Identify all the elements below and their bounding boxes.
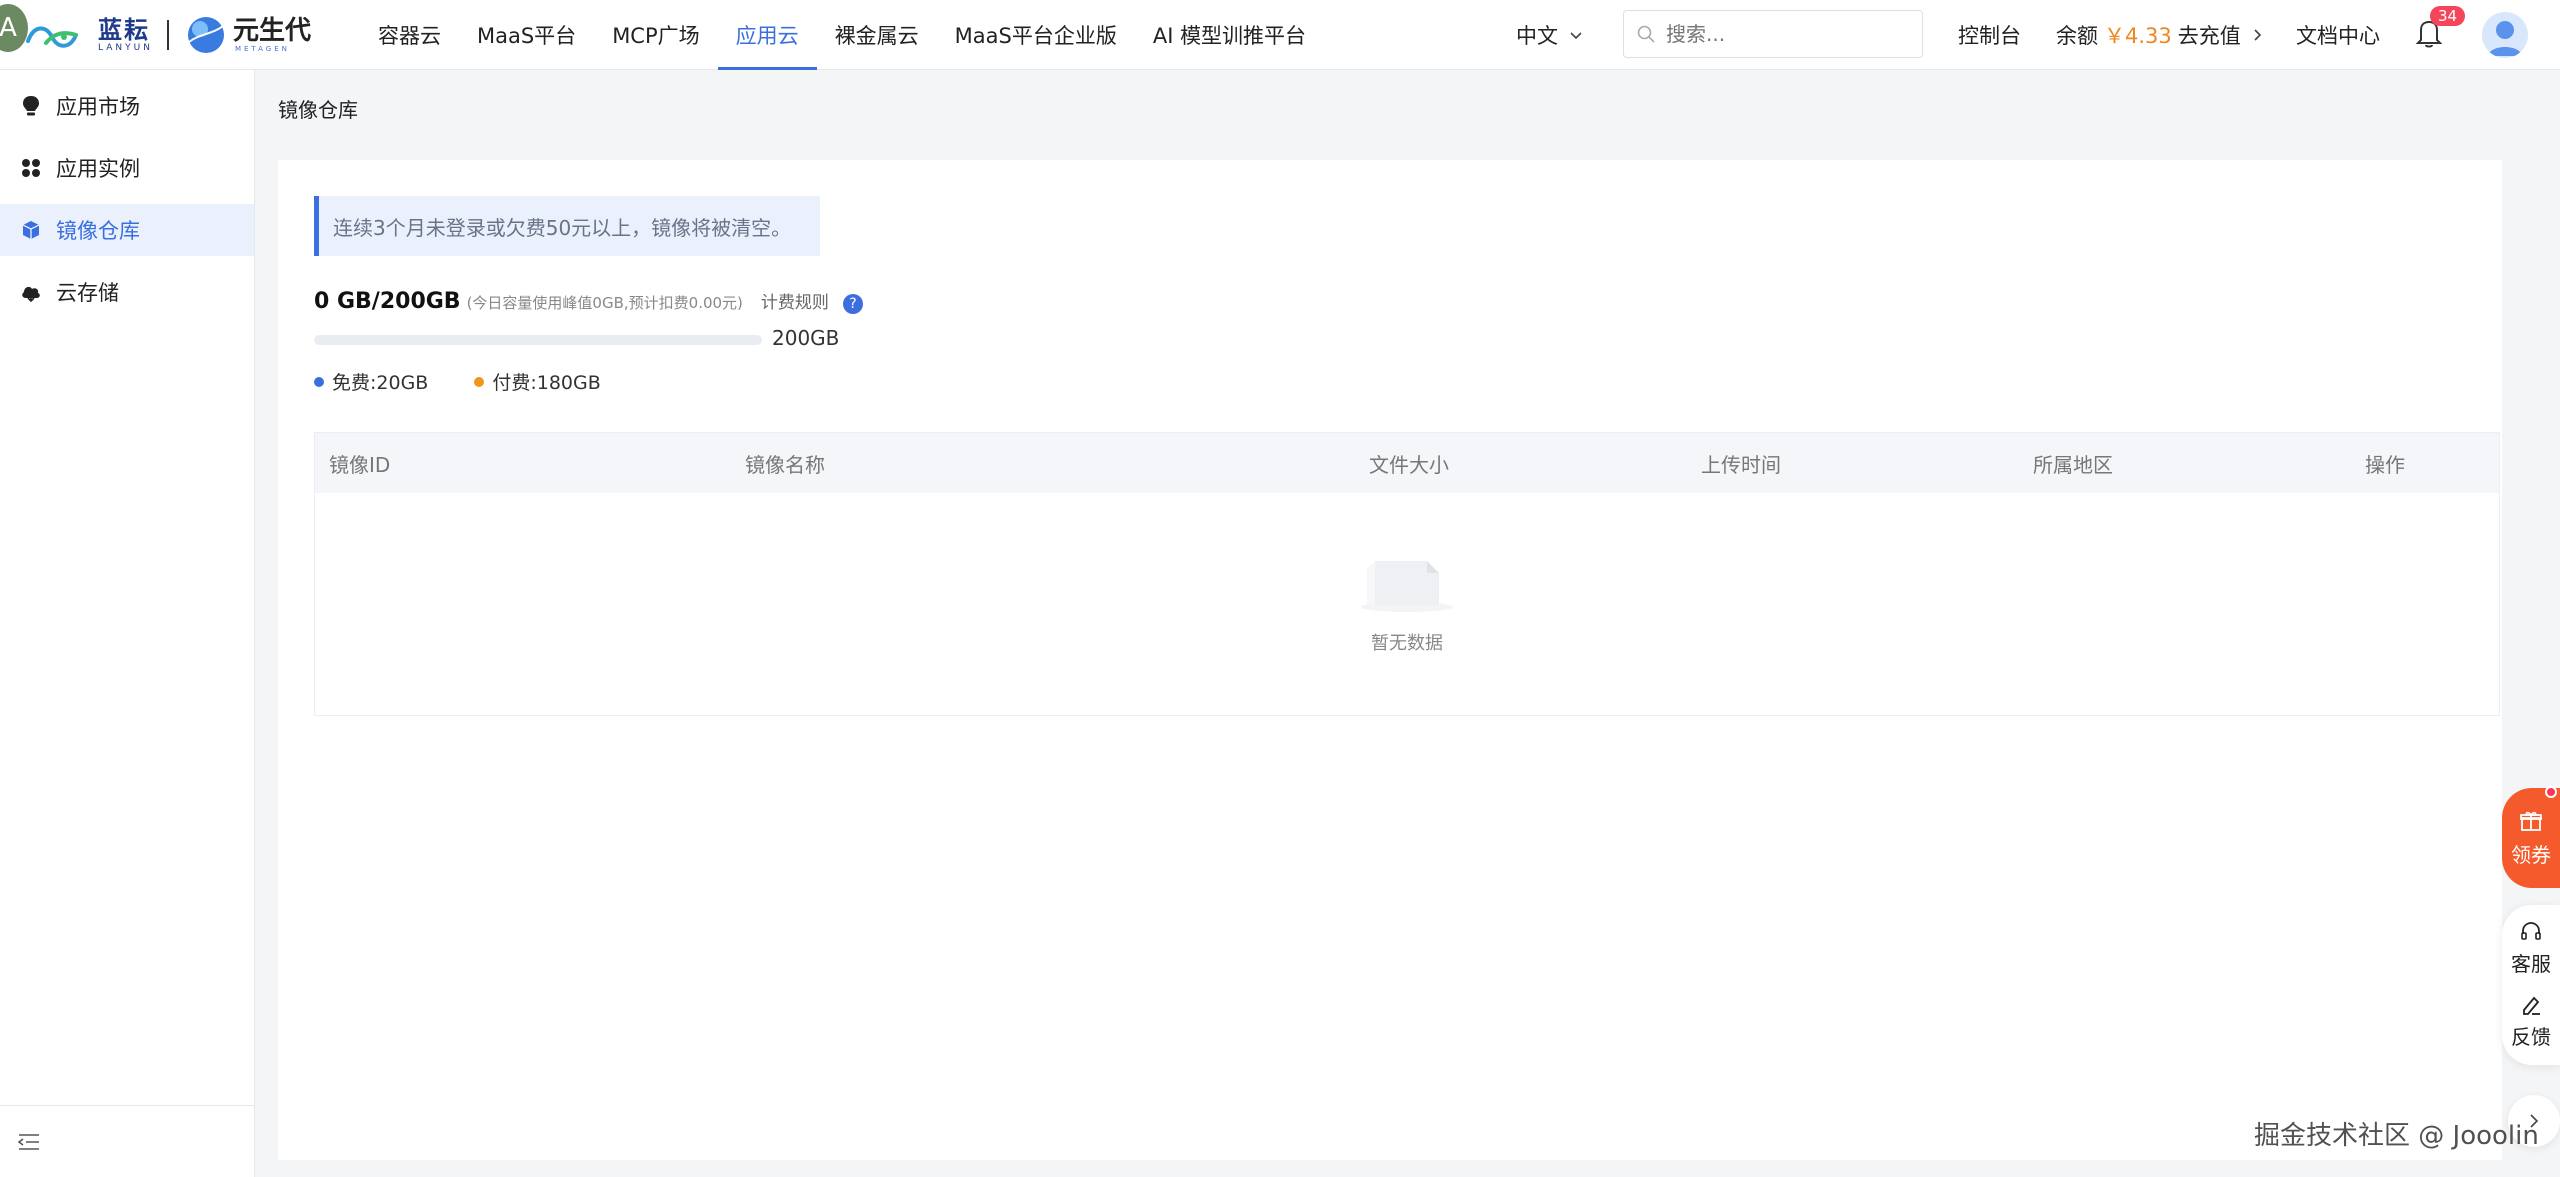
- empty-box-icon: [1361, 561, 1453, 612]
- console-link[interactable]: 控制台: [1958, 0, 2021, 70]
- search-input[interactable]: [1666, 22, 1906, 46]
- image-table: 镜像ID 镜像名称 文件大小 上传时间 所属地区 操作 暂无数据: [314, 432, 2500, 716]
- lanyun-mark-icon: [26, 26, 78, 48]
- lanyun-logo-cn: 蓝耘: [98, 16, 150, 44]
- top-navbar: A 蓝耘 LANYUN 元生代 METAGEN 容器云 MaaS平台 MCP广场…: [0, 0, 2560, 70]
- headset-icon: [2521, 922, 2541, 941]
- support-panel: 客服 反馈: [2502, 905, 2560, 1065]
- gift-icon: [2520, 811, 2542, 831]
- balance-label: 余额: [2056, 24, 2098, 48]
- bulb-icon: [20, 95, 42, 117]
- legend-paid: 付费:180GB: [474, 368, 601, 395]
- lanyun-logo: 蓝耘 LANYUN: [24, 15, 153, 55]
- sidebar: 应用市场 应用实例 镜像仓库 云存储: [0, 70, 255, 1177]
- billing-rule-link[interactable]: 计费规则: [761, 288, 829, 313]
- search-box[interactable]: [1623, 10, 1923, 58]
- coupon-dot: [2545, 786, 2557, 798]
- nav-item-maas-enterprise[interactable]: MaaS平台企业版: [937, 0, 1135, 70]
- notification-badge: 34: [2430, 6, 2466, 26]
- warning-notice: 连续3个月未登录或欠费50元以上，镜像将被清空。: [314, 196, 820, 256]
- watermark: 掘金技术社区 @ Jooolin: [2254, 1121, 2539, 1151]
- table-header: 镜像ID 镜像名称 文件大小 上传时间 所属地区 操作: [315, 433, 2499, 493]
- sidebar-item-image-registry[interactable]: 镜像仓库: [0, 204, 254, 256]
- empty-text: 暂无数据: [1371, 633, 1443, 654]
- lanyun-logo-en: LANYUN: [98, 43, 153, 53]
- metagen-logo-en: METAGEN: [234, 45, 290, 53]
- content-panel: 连续3个月未登录或欠费50元以上，镜像将被清空。 0 GB/200GB (今日容…: [278, 160, 2502, 1160]
- sidebar-item-app-instances[interactable]: 应用实例: [0, 142, 254, 194]
- nav-item-maas[interactable]: MaaS平台: [459, 0, 594, 70]
- page-title: 镜像仓库: [278, 98, 358, 122]
- free-dot-icon: [314, 376, 324, 387]
- nav-item-bare-metal[interactable]: 裸金属云: [817, 0, 937, 70]
- usage-max-label: 200GB: [772, 326, 840, 350]
- sidebar-item-cloud-storage[interactable]: 云存储: [0, 266, 254, 318]
- storage-usage: 0 GB/200GB (今日容量使用峰值0GB,预计扣费0.00元) 计费规则 …: [314, 288, 863, 314]
- balance-area[interactable]: 余额 ￥4.33 去充值: [2056, 0, 2265, 70]
- cloud-icon: [20, 281, 42, 303]
- main-nav: 容器云 MaaS平台 MCP广场 应用云 裸金属云 MaaS平台企业版 AI 模…: [360, 0, 1324, 70]
- metagen-logo-cn: 元生代: [232, 16, 311, 46]
- nav-item-ai-training[interactable]: AI 模型训推平台: [1135, 0, 1324, 70]
- chevron-down-icon: [1570, 32, 1582, 40]
- legend-free: 免费:20GB: [314, 368, 428, 395]
- balance-amount: ￥4.33: [2104, 24, 2172, 48]
- nav-item-container-cloud[interactable]: 容器云: [360, 0, 459, 70]
- edit-icon: [2523, 996, 2540, 1015]
- column-header-upload-time: 上传时间: [1701, 452, 1781, 477]
- metagen-logo: 元生代 METAGEN: [183, 12, 311, 58]
- coupon-button[interactable]: 领券: [2502, 788, 2560, 888]
- quota-legend: 免费:20GB 付费:180GB: [314, 368, 601, 395]
- brand-logo[interactable]: 蓝耘 LANYUN 元生代 METAGEN: [24, 8, 311, 62]
- column-header-actions: 操作: [2365, 452, 2405, 477]
- nav-item-app-cloud[interactable]: 应用云: [717, 0, 817, 70]
- recharge-link[interactable]: 去充值: [2178, 20, 2241, 50]
- language-select[interactable]: 中文: [1516, 0, 1584, 70]
- help-icon[interactable]: ?: [842, 294, 863, 314]
- chevron-right-icon: [2254, 29, 2261, 41]
- user-avatar[interactable]: [2482, 12, 2528, 58]
- cube-icon: [20, 219, 42, 241]
- sidebar-collapse-button[interactable]: [0, 1105, 255, 1177]
- paid-dot-icon: [474, 376, 485, 387]
- search-icon: [1637, 25, 1655, 43]
- docs-link[interactable]: 文档中心: [2296, 0, 2380, 70]
- empty-state: 暂无数据: [315, 493, 2499, 715]
- usage-progress-bar: [314, 335, 762, 345]
- usage-detail: (今日容量使用峰值0GB,预计扣费0.00元): [466, 294, 743, 312]
- menu-fold-icon: [18, 1133, 39, 1150]
- column-header-region: 所属地区: [2033, 452, 2113, 477]
- metagen-orb-icon: [187, 17, 224, 53]
- grid-icon: [20, 157, 42, 179]
- nav-item-mcp[interactable]: MCP广场: [594, 0, 717, 70]
- feedback-button[interactable]: 反馈: [2511, 993, 2551, 1050]
- user-icon: [2488, 21, 2522, 56]
- sidebar-item-app-market[interactable]: 应用市场: [0, 80, 254, 132]
- customer-service-button[interactable]: 客服: [2511, 920, 2551, 977]
- column-header-file-size: 文件大小: [1369, 452, 1449, 477]
- column-header-image-name: 镜像名称: [745, 452, 825, 477]
- logo-divider: [166, 20, 169, 50]
- column-header-image-id: 镜像ID: [329, 452, 391, 477]
- usage-total: 0 GB/200GB: [314, 289, 461, 314]
